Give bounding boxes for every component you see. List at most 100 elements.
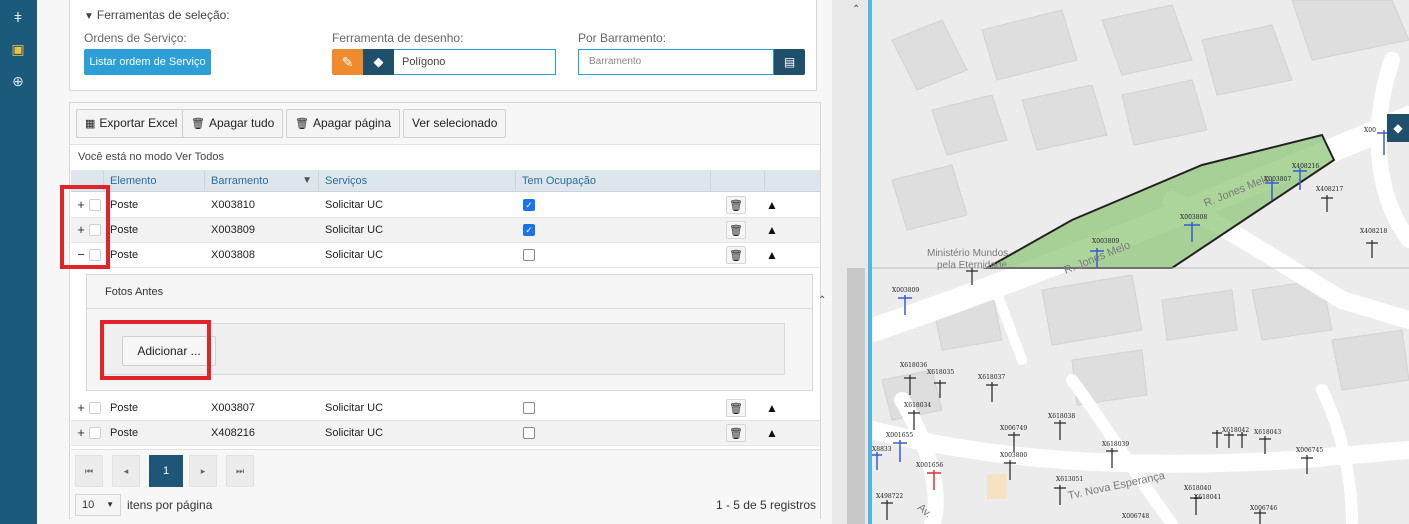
page-number-button[interactable]: 1 — [149, 455, 183, 487]
ocupacao-checkbox[interactable]: ✓ — [523, 224, 535, 236]
checklist-icon[interactable]: ▣ — [9, 40, 27, 58]
pole-label: X408216 — [1292, 163, 1320, 170]
table-row[interactable]: + Poste X408216 Solicitar UC 🗑 ▲ — [71, 421, 820, 446]
first-page-button[interactable]: ⏮ — [75, 455, 103, 487]
warning-icon[interactable]: ▲ — [765, 243, 779, 267]
bus-save-button[interactable]: ▤ — [774, 49, 805, 75]
draw-pencil-button[interactable]: ✎ — [332, 49, 363, 75]
delete-row-button[interactable]: 🗑 — [726, 424, 746, 442]
row-checkbox[interactable] — [89, 402, 101, 414]
content-panel: ▼ Ferramentas de seleção: Ordens de Servi… — [37, 0, 832, 524]
col-barramento[interactable]: Barramento ▼ — [205, 170, 319, 192]
pole-label: X618040 — [1184, 485, 1212, 492]
expand-toggle[interactable]: + — [74, 396, 88, 420]
eraser-icon: ◆ — [1393, 121, 1403, 135]
last-page-button[interactable]: ⏭ — [226, 455, 254, 487]
col-warning — [765, 170, 820, 192]
pole-label: X006749 — [1000, 425, 1028, 432]
pole-label: X003809 — [1092, 238, 1120, 245]
cell-barramento: X003810 — [211, 199, 256, 211]
pole-label: X408218 — [1360, 228, 1388, 235]
row-checkbox[interactable] — [89, 427, 101, 439]
table-scroll-up-icon[interactable]: ⌃ — [818, 295, 826, 306]
col-servicos[interactable]: Serviços — [319, 170, 516, 192]
table-row[interactable]: + Poste X003809 Solicitar UC ✓ 🗑 ▲ — [71, 218, 820, 243]
scrollbar-thumb[interactable] — [847, 268, 865, 524]
poi-label: Ministério Mundos — [927, 248, 1009, 259]
cell-servicos: Solicitar UC — [325, 199, 384, 211]
trash-icon: 🗑 — [729, 250, 743, 262]
highlight-box — [60, 185, 110, 269]
cell-elemento: Poste — [110, 427, 139, 439]
cell-elemento: Poste — [110, 224, 139, 236]
trash-icon: 🗑 — [729, 428, 743, 440]
warning-icon[interactable]: ▲ — [765, 421, 779, 445]
warning-icon[interactable]: ▲ — [765, 193, 779, 217]
pole-label: X618035 — [927, 369, 955, 376]
delete-row-button[interactable]: 🗑 — [726, 196, 746, 214]
scroll-up-icon[interactable]: ⌃ — [852, 4, 860, 15]
cell-elemento: Poste — [110, 249, 139, 261]
col-delete — [711, 170, 765, 192]
map-eraser-button[interactable]: ◆ — [1387, 114, 1409, 142]
view-selected-button[interactable]: Ver selecionado — [403, 109, 507, 138]
trash-icon: 🗑 — [729, 200, 743, 212]
poi-label: pela Eternidade — [937, 260, 1008, 271]
pole-label: X8833 — [872, 446, 892, 453]
delete-row-button[interactable]: 🗑 — [726, 221, 746, 239]
cell-servicos: Solicitar UC — [325, 249, 384, 261]
pole-label: X618034 — [904, 402, 932, 409]
pole-label: X001655 — [886, 432, 914, 439]
table-row[interactable]: + Poste X003810 Solicitar UC ✓ 🗑 ▲ — [71, 193, 820, 218]
pole-label: X00 — [1364, 127, 1376, 134]
chevron-down-icon: ▼ — [106, 500, 114, 509]
cell-barramento: X003809 — [211, 224, 256, 236]
next-page-button[interactable]: ▸ — [189, 455, 217, 487]
orders-label: Ordens de Serviço: — [84, 31, 187, 45]
text-tool-icon[interactable]: ǂ — [9, 8, 27, 26]
ocupacao-checkbox[interactable] — [523, 427, 535, 439]
eraser-button[interactable]: ◆ — [363, 49, 394, 75]
export-excel-button[interactable]: ▦ Exportar Excel — [76, 109, 187, 138]
table-row[interactable]: + Poste X003807 Solicitar UC 🗑 ▲ — [71, 396, 820, 421]
pole-label: X408217 — [1316, 186, 1344, 193]
map-view[interactable]: R. Jones Melo R. Jones Melo Tv. Nova Esp… — [872, 0, 1409, 524]
globe-icon[interactable]: ⊕ — [9, 72, 27, 90]
col-ocupacao[interactable]: Tem Ocupação — [516, 170, 711, 192]
expand-toggle[interactable]: + — [74, 421, 88, 445]
delete-page-button[interactable]: 🗑 Apagar página — [286, 109, 401, 138]
bus-search-input[interactable]: Barramento — [578, 49, 774, 75]
delete-row-button[interactable]: 🗑 — [726, 399, 746, 417]
draw-tool-select[interactable]: Polígono — [394, 49, 556, 75]
col-elemento[interactable]: Elemento — [104, 170, 205, 192]
page-size-select[interactable]: 10 ▼ — [75, 494, 121, 516]
panel-scrollbar[interactable]: ⌃ — [832, 0, 868, 524]
pole-label: X618037 — [978, 374, 1006, 381]
column-filter-icon[interactable]: ▼ — [302, 170, 312, 192]
ocupacao-checkbox[interactable] — [523, 249, 535, 261]
delete-all-button[interactable]: 🗑 Apagar tudo — [182, 109, 284, 138]
list-orders-button[interactable]: Listar ordem de Serviço — [84, 49, 211, 75]
pole-label: X618041 — [1194, 494, 1222, 501]
ocupacao-checkbox[interactable]: ✓ — [523, 199, 535, 211]
pole-label: X618043 — [1254, 429, 1282, 436]
prev-page-button[interactable]: ◂ — [112, 455, 140, 487]
cell-barramento: X003808 — [211, 249, 256, 261]
pole-label: X006748 — [1122, 513, 1150, 520]
delete-row-button[interactable]: 🗑 — [726, 246, 746, 264]
trash-icon: 🗑 — [191, 118, 205, 130]
table-header: Elemento Barramento ▼ Serviços Tem Ocupaç… — [71, 170, 820, 192]
selection-tools-title: ▼ Ferramentas de seleção: — [84, 8, 230, 22]
excel-icon: ▦ — [85, 118, 96, 130]
warning-icon[interactable]: ▲ — [765, 396, 779, 420]
results-grid: ▦ Exportar Excel 🗑 Apagar tudo 🗑 Apagar pág… — [69, 102, 826, 519]
pole-label: X003800 — [1000, 452, 1028, 459]
pole-label: X003808 — [1180, 214, 1208, 221]
trash-icon: 🗑 — [295, 118, 309, 130]
pole-label: X618042 — [1222, 427, 1250, 434]
pole-label: X618039 — [1102, 441, 1130, 448]
ocupacao-checkbox[interactable] — [523, 402, 535, 414]
draw-tool-label: Ferramenta de desenho: — [332, 31, 464, 45]
warning-icon[interactable]: ▲ — [765, 218, 779, 242]
table-row[interactable]: − Poste X003808 Solicitar UC 🗑 ▲ — [71, 243, 820, 268]
